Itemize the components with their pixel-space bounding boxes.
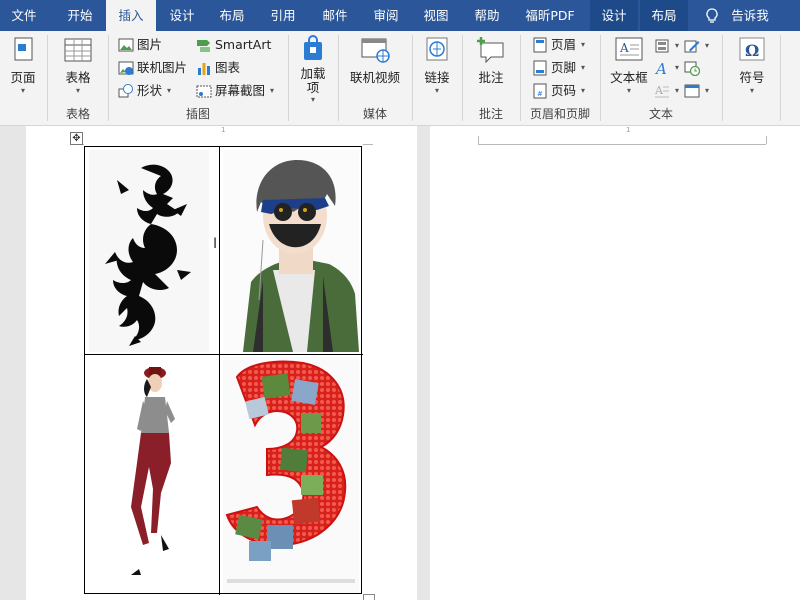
pages-button[interactable]: 页面 ▾ — [6, 35, 40, 96]
tab-4[interactable]: 布局 — [208, 0, 256, 31]
online-video-button[interactable]: 联机视频 — [346, 35, 404, 86]
tab-11[interactable]: 设计 — [590, 0, 638, 31]
footer-icon — [533, 60, 547, 76]
tab-7[interactable]: 审阅 — [362, 0, 410, 31]
table-move-handle-icon[interactable]: ✥ — [70, 132, 83, 145]
date-time-icon — [684, 61, 700, 76]
textbox-button[interactable]: A 文本框 ▾ — [608, 35, 650, 96]
group-illustrations: 图片 联机图片 形状 ▾ SmartArt 图表 屏幕截图 ▾ 插图 — [110, 31, 286, 126]
signature-line-button[interactable]: ▾ — [684, 36, 709, 56]
svg-text:Ω: Ω — [745, 41, 759, 60]
addins-button[interactable]: 加载 项 ▾ — [296, 35, 330, 105]
shapes-icon — [118, 84, 133, 98]
group-media: 联机视频 媒体 — [340, 31, 410, 126]
online-picture-button[interactable]: 联机图片 — [118, 58, 187, 78]
smartart-icon — [197, 40, 210, 52]
text-group-label: 文本 — [648, 107, 673, 121]
group-text: A 文本框 ▾ ▾ A ▾ A ▾ ▾ ▾ 文本 — [602, 31, 720, 126]
table-label: 表格 — [65, 70, 91, 85]
media-group-label: 媒体 — [362, 107, 387, 121]
tab-9[interactable]: 帮助 — [462, 0, 512, 31]
comment-button[interactable]: 批注 — [474, 35, 508, 86]
lightbulb-icon[interactable] — [706, 8, 718, 24]
new-comment-icon — [477, 37, 504, 64]
masked-boy-illustration[interactable] — [223, 150, 359, 352]
object-icon — [684, 84, 700, 98]
tab-6[interactable]: 邮件 — [310, 0, 360, 31]
object-button[interactable]: ▾ — [684, 81, 709, 101]
dragon-tattoo-image[interactable] — [89, 150, 209, 352]
screenshot-button[interactable]: 屏幕截图 ▾ — [196, 81, 274, 101]
tell-me-search[interactable]: 告诉我 — [728, 0, 772, 31]
quick-parts-icon — [655, 39, 669, 53]
header-button[interactable]: 页眉 ▾ — [532, 35, 585, 55]
tab-10[interactable]: 福昕PDF — [514, 0, 586, 31]
ribbon-tab-bar: 布局 设计 福昕PDF 帮助 视图 审阅 邮件 引用 布局 设计 插入 开始 文件 告诉我 — [0, 0, 800, 31]
text-cursor-icon: I — [213, 236, 218, 252]
table-resize-handle[interactable] — [363, 594, 375, 600]
omega-icon: Ω — [739, 37, 765, 61]
footer-button[interactable]: 页脚 ▾ — [532, 58, 585, 78]
symbol-button[interactable]: Ω 符号 ▾ — [732, 35, 772, 96]
date-time-button[interactable] — [684, 58, 700, 78]
online-video-icon — [361, 38, 390, 63]
tab-5[interactable]: 引用 — [258, 0, 308, 31]
group-tables: 表格 ▾ 表格 — [50, 31, 106, 126]
document-workspace[interactable]: 1 ✥ I 1 — [0, 126, 800, 600]
group-header-footer: 页眉 ▾ 页脚 ▾ # 页码 ▾ 页眉和页脚 — [522, 31, 598, 126]
link-globe-icon — [426, 37, 448, 61]
signature-line-icon — [684, 40, 700, 53]
page-number-button[interactable]: # 页码 ▾ — [532, 81, 585, 101]
screenshot-icon — [196, 85, 212, 98]
page-number-icon: # — [533, 83, 547, 99]
wordart-icon: A — [654, 60, 667, 76]
tab-1[interactable]: 开始 — [56, 0, 104, 31]
textbox-icon: A — [615, 37, 643, 61]
group-comments: 批注 批注 — [464, 31, 518, 126]
shapes-button[interactable]: 形状 ▾ — [118, 81, 171, 101]
image-table[interactable] — [84, 146, 363, 595]
group-addins: 加载 项 ▾ — [290, 31, 336, 126]
pages-label: 页面 — [10, 70, 36, 85]
drop-cap-icon: A — [654, 84, 669, 98]
tab-3[interactable]: 设计 — [158, 0, 206, 31]
picture-button[interactable]: 图片 — [118, 35, 162, 55]
svg-text:A: A — [654, 84, 664, 97]
drop-cap-button[interactable]: A ▾ — [654, 81, 679, 101]
fashion-model-photo[interactable] — [89, 357, 217, 593]
tables-group-label: 表格 — [65, 107, 90, 121]
quick-parts-button[interactable]: ▾ — [654, 36, 679, 56]
svg-text:A: A — [619, 41, 629, 55]
photo-collage-number-three[interactable] — [223, 357, 359, 593]
smartart-button[interactable]: SmartArt — [196, 35, 271, 55]
tab-2[interactable]: 插入 — [106, 0, 156, 31]
group-symbols: Ω 符号 ▾ — [724, 31, 780, 126]
picture-icon — [118, 38, 134, 52]
wordart-button[interactable]: A ▾ — [654, 58, 679, 78]
group-pages: 页面 ▾ — [0, 31, 44, 126]
tab-8[interactable]: 视图 — [412, 0, 460, 31]
online-picture-icon — [118, 61, 134, 75]
document-page-2[interactable]: 1 — [430, 126, 800, 600]
chart-icon — [198, 63, 210, 75]
table-button[interactable]: 表格 ▾ — [60, 35, 96, 96]
comments-group-label: 批注 — [478, 107, 503, 121]
table-icon — [64, 38, 92, 62]
chart-button[interactable]: 图表 — [196, 58, 240, 78]
links-button[interactable]: 链接 ▾ — [420, 35, 454, 96]
illustrations-group-label: 插图 — [185, 107, 210, 121]
svg-text:#: # — [537, 90, 543, 98]
store-bag-icon — [304, 35, 322, 60]
group-links: 链接 ▾ — [414, 31, 460, 126]
header-footer-group-label: 页眉和页脚 — [529, 107, 590, 121]
tab-12[interactable]: 布局 — [640, 0, 688, 31]
page-icon — [14, 37, 33, 61]
ribbon-insert: 页面 ▾ 表格 ▾ 表格 图片 联机图片 形状 ▾ SmartArt 图表 屏幕… — [0, 31, 800, 126]
tab-0[interactable]: 文件 — [0, 0, 48, 31]
header-icon — [533, 37, 547, 53]
svg-text:A: A — [654, 60, 667, 76]
